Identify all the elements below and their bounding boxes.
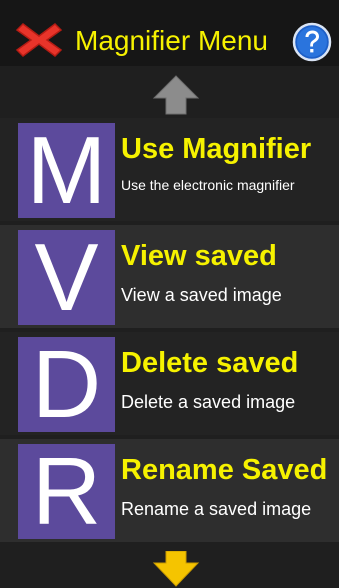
scroll-down-button[interactable] <box>150 550 202 588</box>
menu-item-subtitle: Delete a saved image <box>121 392 296 412</box>
menu-item-letter-tile: R <box>18 444 115 540</box>
menu-item-letter-tile: V <box>18 230 115 326</box>
menu-item-title: View saved <box>121 240 277 272</box>
menu-item-use-magnifier[interactable]: M Use Magnifier Use the electronic magni… <box>0 118 339 221</box>
question-mark-icon <box>292 22 332 62</box>
menu-item-letter-tile: M <box>18 123 115 219</box>
page-title: Magnifier Menu <box>75 25 268 56</box>
arrow-up-icon <box>152 75 200 115</box>
help-button[interactable] <box>292 22 332 62</box>
menu-item-subtitle: View a saved image <box>121 285 282 305</box>
red-x-icon <box>15 23 63 57</box>
magnifier-menu-screen: Magnifier Menu M Use Magnifier Use the e… <box>0 0 339 588</box>
menu-item-view-saved[interactable]: V View saved View a saved image <box>0 225 339 328</box>
menu-item-subtitle: Use the electronic magnifier <box>121 177 295 193</box>
menu-item-title: Delete saved <box>121 347 299 379</box>
menu-item-title: Use Magnifier <box>121 133 312 165</box>
arrow-down-icon <box>152 550 200 587</box>
menu-item-rename-saved[interactable]: R Rename Saved Rename a saved image <box>0 439 339 542</box>
menu-item-title: Rename Saved <box>121 454 328 486</box>
menu-item-delete-saved[interactable]: D Delete saved Delete a saved image <box>0 332 339 435</box>
scroll-up-button[interactable] <box>150 72 202 118</box>
header-bar: Magnifier Menu <box>0 0 339 66</box>
menu-item-letter-tile: D <box>18 337 115 433</box>
close-button[interactable] <box>15 20 63 60</box>
menu-item-subtitle: Rename a saved image <box>121 499 312 519</box>
